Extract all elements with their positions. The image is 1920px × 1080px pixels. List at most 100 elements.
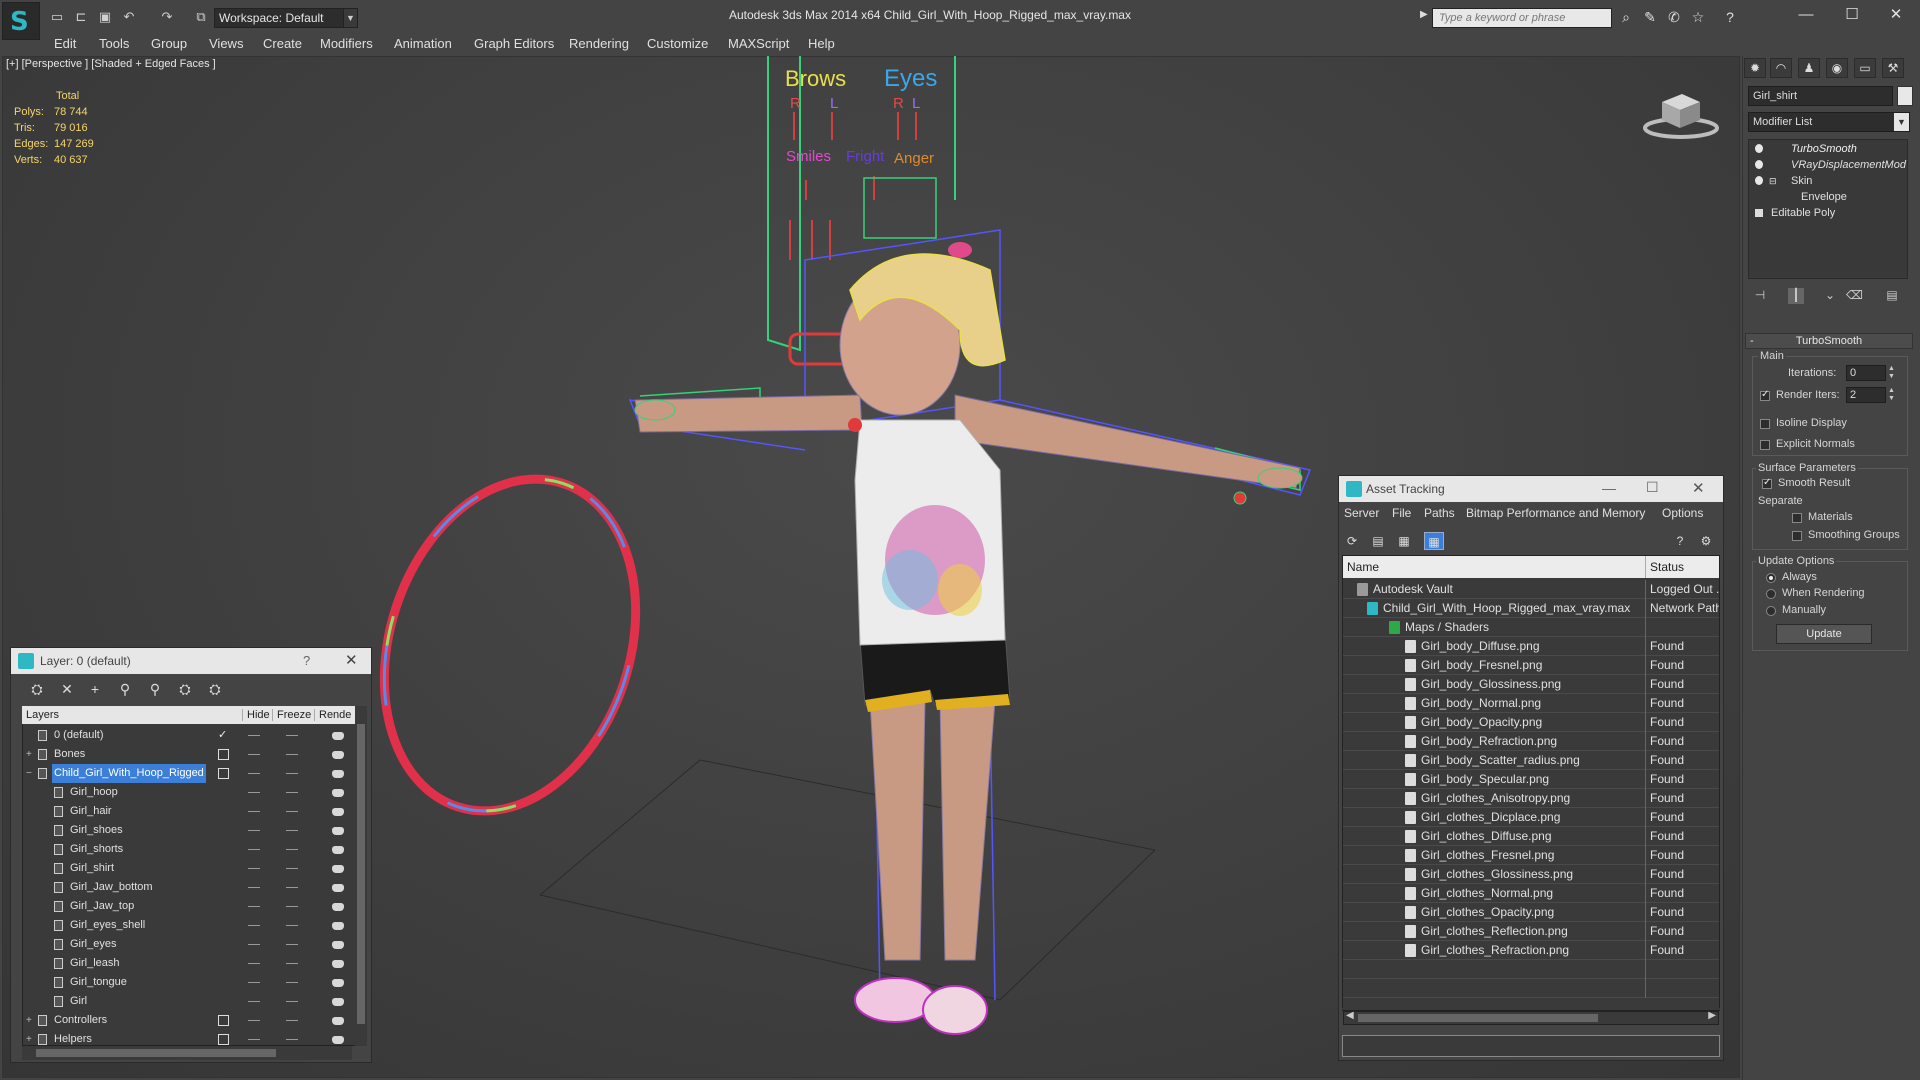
hide-toggle[interactable] [248, 792, 260, 793]
layer-name[interactable]: Girl_shirt [68, 859, 116, 878]
render-teapot-icon[interactable] [332, 789, 344, 797]
freeze-toggle[interactable] [286, 773, 298, 774]
col-render[interactable]: Rende [314, 709, 351, 721]
asset-row[interactable]: Autodesk Vault Logged Out ... [1343, 580, 1719, 599]
materials-checkbox[interactable] [1792, 513, 1802, 523]
layer-name[interactable]: Girl_shorts [68, 840, 125, 859]
col-hide[interactable]: Hide [242, 709, 270, 721]
asset-row[interactable]: Girl_clothes_Normal.png Found [1343, 884, 1719, 903]
close-icon[interactable]: ✕ [1692, 479, 1705, 497]
asset-row[interactable]: Girl_clothes_Refraction.png Found [1343, 941, 1719, 960]
asset-menu-options[interactable]: Options [1662, 506, 1703, 520]
make-current-checkbox[interactable] [218, 749, 229, 760]
freeze-toggle[interactable] [286, 868, 298, 869]
spinner-arrows-icon[interactable]: ▲ ▼ [1888, 387, 1898, 403]
asset-row[interactable]: Girl_clothes_Fresnel.png Found [1343, 846, 1719, 865]
iterations-spinner[interactable]: 0 [1846, 365, 1886, 381]
layer-name[interactable]: Girl_hair [68, 802, 114, 821]
refresh-icon[interactable]: ⟳ [1342, 532, 1362, 550]
current-layer-check-icon[interactable]: ✓ [218, 730, 229, 741]
layer-name[interactable]: Girl_hoop [68, 783, 120, 802]
pin-stack-icon[interactable]: ⊣ [1752, 288, 1768, 304]
render-teapot-icon[interactable] [332, 865, 344, 873]
expand-icon[interactable]: + [26, 1011, 32, 1030]
freeze-toggle[interactable] [286, 849, 298, 850]
hide-toggle[interactable] [248, 849, 260, 850]
make-current-checkbox[interactable] [218, 1034, 229, 1045]
render-teapot-icon[interactable] [332, 1017, 344, 1025]
layer-row[interactable]: 0 (default) ✓ [22, 726, 352, 745]
render-teapot-icon[interactable] [332, 941, 344, 949]
asset-row[interactable]: Girl_body_Opacity.png Found [1343, 713, 1719, 732]
freeze-toggle[interactable] [286, 944, 298, 945]
hide-toggle[interactable] [248, 811, 260, 812]
modify-tab-icon[interactable]: ◠ [1770, 58, 1792, 78]
layer-row[interactable]: Girl_shoes [22, 821, 352, 840]
layer-row[interactable]: Girl_eyes_shell [22, 916, 352, 935]
expand-icon[interactable]: + [26, 745, 32, 764]
asset-row[interactable]: Girl_clothes_Anisotropy.png Found [1343, 789, 1719, 808]
layer-row[interactable]: Girl_hair [22, 802, 352, 821]
make-current-checkbox[interactable] [218, 768, 229, 779]
hide-toggle[interactable] [248, 887, 260, 888]
render-teapot-icon[interactable] [332, 922, 344, 930]
manually-radio[interactable] [1766, 606, 1776, 616]
layer-row[interactable]: + Controllers [22, 1011, 352, 1030]
layer-name[interactable]: Girl_Jaw_top [68, 897, 136, 916]
tools-icon[interactable]: ⚙ [1696, 532, 1716, 550]
hide-toggle[interactable] [248, 754, 260, 755]
show-end-result-icon[interactable]: ┃ [1788, 288, 1804, 304]
layer-name[interactable]: Girl_leash [68, 954, 122, 973]
stack-item-turbosmooth[interactable]: TurboSmooth [1749, 141, 1907, 157]
hide-toggle[interactable] [248, 830, 260, 831]
asset-menu-server[interactable]: Server [1344, 506, 1379, 520]
col-name[interactable]: Name [1347, 560, 1379, 574]
help-icon[interactable]: ? [303, 653, 310, 668]
freeze-all-icon[interactable]: ⛭ [204, 681, 226, 701]
stack-item-skin[interactable]: ⊟ Skin [1749, 173, 1907, 189]
asset-horizontal-scrollbar[interactable]: ◀ ▶ [1343, 1010, 1719, 1025]
asset-row[interactable]: Girl_body_Specular.png Found [1343, 770, 1719, 789]
render-teapot-icon[interactable] [332, 979, 344, 987]
stack-item-envelope[interactable]: Envelope [1749, 189, 1907, 205]
asset-row[interactable]: Girl_body_Glossiness.png Found [1343, 675, 1719, 694]
asset-row[interactable]: Maps / Shaders [1343, 618, 1719, 637]
lightbulb-icon[interactable] [1755, 144, 1763, 153]
freeze-toggle[interactable] [286, 906, 298, 907]
render-teapot-icon[interactable] [332, 884, 344, 892]
stack-item-vraydisplacement[interactable]: VRayDisplacementMod [1749, 157, 1907, 173]
asset-menu-bitmap-performance[interactable]: Bitmap Performance and Memory [1466, 506, 1645, 520]
viewcube[interactable] [1640, 90, 1722, 140]
render-teapot-icon[interactable] [332, 770, 344, 778]
configure-modifier-sets-icon[interactable]: ▤ [1884, 288, 1900, 304]
hide-toggle[interactable] [248, 1001, 260, 1002]
render-iters-checkbox[interactable] [1760, 389, 1770, 401]
smoothing-groups-checkbox[interactable] [1792, 531, 1802, 541]
hide-toggle[interactable] [248, 906, 260, 907]
smooth-result-checkbox[interactable] [1762, 477, 1772, 489]
character-model[interactable] [634, 242, 1303, 1035]
hide-toggle[interactable] [248, 735, 260, 736]
help-icon[interactable]: ? [1670, 532, 1690, 550]
freeze-toggle[interactable] [286, 792, 298, 793]
delete-layer-icon[interactable]: ✕ [56, 681, 78, 701]
render-teapot-icon[interactable] [332, 1036, 344, 1044]
collapse-icon[interactable]: ⊟ [1769, 173, 1777, 189]
lightbulb-icon[interactable] [1755, 176, 1763, 185]
layer-row[interactable]: Girl_Jaw_bottom [22, 878, 352, 897]
layer-name[interactable]: Girl [68, 992, 89, 1011]
layer-row[interactable]: Girl_tongue [22, 973, 352, 992]
layer-name[interactable]: Controllers [52, 1011, 109, 1030]
make-unique-icon[interactable]: ⌄ [1822, 288, 1838, 304]
hide-toggle[interactable] [248, 982, 260, 983]
freeze-toggle[interactable] [286, 1020, 298, 1021]
freeze-toggle[interactable] [286, 811, 298, 812]
close-icon[interactable]: ✕ [345, 651, 358, 669]
hierarchy-tab-icon[interactable]: ♟ [1798, 58, 1820, 78]
layer-row[interactable]: + Bones [22, 745, 352, 764]
hula-hoop[interactable] [343, 446, 676, 844]
render-teapot-icon[interactable] [332, 960, 344, 968]
explicit-normals-checkbox[interactable] [1760, 440, 1770, 450]
minimize-icon[interactable]: — [1602, 480, 1616, 496]
asset-row[interactable]: Girl_clothes_Glossiness.png Found [1343, 865, 1719, 884]
